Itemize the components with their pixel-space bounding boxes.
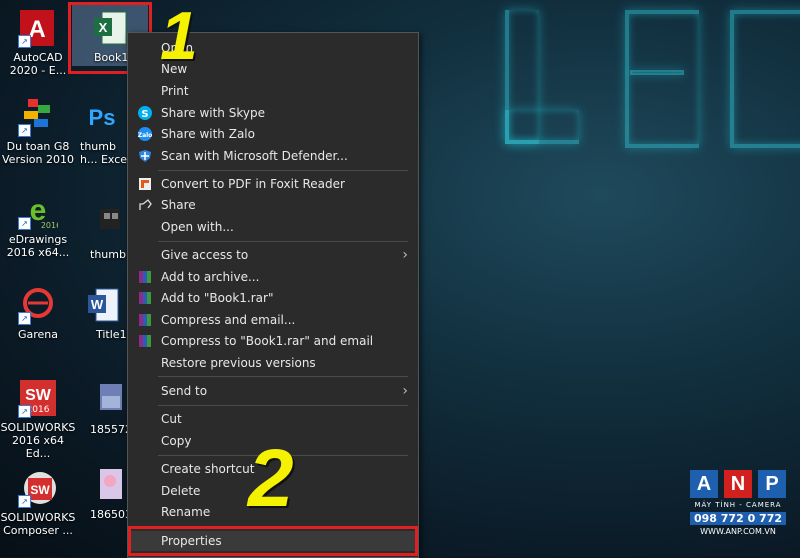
menu-item-share[interactable]: Share bbox=[128, 195, 418, 215]
menu-item-compress-email[interactable]: Compress and email... bbox=[128, 310, 418, 330]
solidworks-icon: SW 2016 ↗ bbox=[18, 378, 58, 418]
menu-item-compress-book1-email[interactable]: Compress to "Book1.rar" and email bbox=[128, 331, 418, 351]
wallpaper-neon-e bbox=[625, 10, 699, 148]
menu-separator bbox=[158, 241, 408, 242]
desktop-icon-dutoan[interactable]: ↗ Du toan G8 Version 2010 bbox=[0, 97, 76, 166]
svg-text:S: S bbox=[141, 109, 148, 120]
svg-text:W: W bbox=[91, 297, 104, 312]
menu-item-share-skype[interactable]: S Share with Skype bbox=[128, 103, 418, 123]
desktop-icon-image-18557[interactable]: 18557204... bbox=[72, 380, 156, 436]
svg-text:Ps: Ps bbox=[89, 105, 116, 130]
shortcut-arrow-icon: ↗ bbox=[18, 495, 31, 508]
chevron-right-icon: › bbox=[402, 247, 408, 263]
image-thumbnail-icon bbox=[82, 380, 122, 420]
svg-text:SW: SW bbox=[25, 387, 52, 404]
foxit-pdf-icon bbox=[138, 177, 152, 191]
edrawings-icon: e2016 ↗ bbox=[18, 190, 61, 230]
dutoan-icon: ↗ bbox=[18, 97, 58, 137]
autocad-icon: A ↗ bbox=[18, 8, 58, 48]
menu-item-restore-versions[interactable]: Restore previous versions bbox=[128, 353, 418, 373]
shortcut-arrow-icon: ↗ bbox=[18, 405, 31, 418]
garena-icon: ↗ bbox=[18, 285, 58, 325]
menu-item-print[interactable]: Print bbox=[128, 81, 418, 101]
shortcut-arrow-icon: ↗ bbox=[18, 35, 31, 48]
shortcut-arrow-icon: ↗ bbox=[18, 217, 31, 230]
svg-text:Zalo: Zalo bbox=[138, 132, 152, 139]
wallpaper-neon-g bbox=[730, 10, 800, 148]
anp-letter-a: A bbox=[690, 470, 718, 498]
zalo-icon: Zalo bbox=[138, 127, 152, 141]
menu-item-cut[interactable]: Cut bbox=[128, 409, 418, 429]
desktop-icon-thumb[interactable]: thumb bbox=[72, 205, 132, 261]
image-file-icon bbox=[82, 205, 122, 245]
menu-item-add-archive[interactable]: Add to archive... bbox=[128, 267, 418, 287]
winrar-icon bbox=[138, 291, 152, 305]
skype-icon: S bbox=[138, 106, 152, 120]
menu-separator bbox=[158, 405, 408, 406]
svg-text:SW: SW bbox=[30, 483, 50, 497]
anp-letter-p: P bbox=[758, 470, 786, 498]
chevron-right-icon: › bbox=[402, 383, 408, 399]
winrar-icon bbox=[138, 270, 152, 284]
highlight-box-properties bbox=[128, 526, 418, 556]
shortcut-arrow-icon: ↗ bbox=[18, 312, 31, 325]
menu-item-convert-pdf[interactable]: Convert to PDF in Foxit Reader bbox=[128, 174, 418, 194]
share-icon bbox=[138, 198, 152, 212]
step-1-label: 1 bbox=[160, 0, 198, 74]
menu-separator bbox=[158, 376, 408, 377]
menu-item-add-book1-rar[interactable]: Add to "Book1.rar" bbox=[128, 288, 418, 308]
anp-phone: 098 772 0 772 bbox=[690, 512, 786, 525]
menu-item-give-access[interactable]: Give access to › bbox=[128, 245, 418, 265]
svg-text:2016: 2016 bbox=[41, 221, 58, 230]
anp-logo: A N P MÁY TÍNH - CAMERA 098 772 0 772 WW… bbox=[690, 470, 786, 540]
desktop-icon-edrawings[interactable]: e2016 ↗ eDrawings 2016 x64... bbox=[0, 190, 76, 259]
menu-item-share-zalo[interactable]: Zalo Share with Zalo bbox=[128, 124, 418, 144]
anp-website: WWW.ANP.COM.VN bbox=[700, 527, 776, 536]
desktop-icon-image-18650[interactable]: 18650329... bbox=[72, 465, 156, 521]
image-thumbnail-icon bbox=[82, 465, 122, 505]
menu-separator bbox=[158, 170, 408, 171]
desktop-icon-autocad[interactable]: A ↗ AutoCAD 2020 - E... bbox=[0, 8, 76, 77]
wallpaper-neon-l-foot bbox=[505, 110, 579, 144]
desktop-icon-thumb-excel[interactable]: Ps thumb h... Excel bbox=[72, 97, 132, 166]
desktop-icon-solidworks[interactable]: SW 2016 ↗ SOLIDWORKS 2016 x64 Ed... bbox=[0, 378, 76, 460]
menu-item-scan-defender[interactable]: Scan with Microsoft Defender... bbox=[128, 146, 418, 166]
photoshop-file-icon: Ps bbox=[82, 97, 122, 137]
wallpaper-neon-e-mid bbox=[630, 70, 684, 75]
desktop-icon-solidworks-composer[interactable]: SW ↗ SOLIDWORKS Composer ... bbox=[0, 468, 76, 537]
solidworks-composer-icon: SW ↗ bbox=[18, 468, 58, 508]
desktop-icon-title1[interactable]: W Title1 bbox=[72, 285, 132, 341]
winrar-icon bbox=[138, 313, 152, 327]
winrar-icon bbox=[138, 334, 152, 348]
desktop-icon-garena[interactable]: ↗ Garena bbox=[0, 285, 76, 341]
menu-item-send-to[interactable]: Send to › bbox=[128, 381, 418, 401]
shortcut-arrow-icon: ↗ bbox=[18, 124, 31, 137]
anp-tagline: MÁY TÍNH - CAMERA bbox=[694, 501, 782, 509]
word-file-icon: W bbox=[82, 285, 122, 325]
anp-letter-n: N bbox=[724, 470, 752, 498]
menu-item-open-with[interactable]: Open with... bbox=[128, 217, 418, 237]
step-2-label: 2 bbox=[248, 433, 294, 524]
defender-shield-icon bbox=[138, 149, 152, 163]
